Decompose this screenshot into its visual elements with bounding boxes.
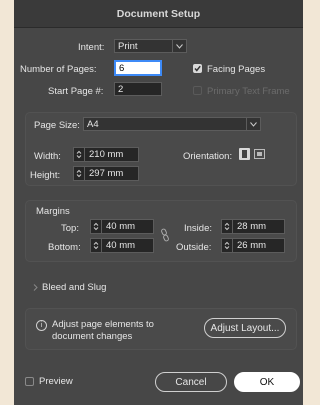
margin-inside-label: Inside:: [184, 223, 212, 234]
info-text-line2: document changes: [52, 331, 133, 342]
preview-checkbox[interactable]: [25, 377, 34, 386]
margin-outside-value: 26 mm: [237, 240, 267, 251]
bleed-slug-toggle[interactable]: Bleed and Slug: [42, 282, 106, 293]
stepper-arrows-icon: [222, 220, 233, 233]
checkmark-icon: [194, 65, 201, 72]
margin-bottom-stepper[interactable]: 40 mm: [90, 238, 154, 253]
orientation-label: Orientation:: [183, 151, 233, 162]
stepper-arrows-icon: [74, 167, 85, 180]
stepper-arrows-icon: [222, 239, 233, 252]
primary-text-frame-label: Primary Text Frame: [207, 86, 290, 97]
margin-top-stepper[interactable]: 40 mm: [90, 219, 154, 234]
height-label: Height:: [30, 170, 61, 181]
width-stepper[interactable]: 210 mm: [73, 147, 139, 162]
facing-pages-checkbox[interactable]: [193, 64, 202, 73]
height-value: 297 mm: [89, 168, 124, 179]
page-size-label: Page Size:: [34, 120, 80, 131]
intent-label: Intent:: [78, 42, 105, 53]
stepper-arrows-icon: [74, 148, 85, 161]
height-stepper[interactable]: 297 mm: [73, 166, 139, 181]
pages-input[interactable]: 6: [114, 60, 162, 76]
start-page-input[interactable]: 2: [114, 82, 162, 96]
margin-outside-label: Outside:: [176, 242, 212, 253]
width-value: 210 mm: [89, 149, 124, 160]
chevron-down-icon: [172, 40, 186, 52]
margin-bottom-label: Bottom:: [48, 242, 81, 253]
margin-outside-stepper[interactable]: 26 mm: [221, 238, 285, 253]
intent-select[interactable]: Print: [114, 39, 187, 53]
margin-top-value: 40 mm: [106, 221, 136, 232]
pages-label: Number of Pages:: [20, 64, 97, 75]
facing-pages-label: Facing Pages: [207, 64, 266, 75]
chevron-down-icon: [246, 118, 260, 130]
intent-value: Print: [118, 40, 138, 52]
page-size-select[interactable]: A4: [83, 117, 261, 131]
width-label: Width:: [34, 151, 61, 162]
margin-inside-stepper[interactable]: 28 mm: [221, 219, 285, 234]
primary-text-frame-checkbox[interactable]: [193, 86, 202, 95]
page-size-value: A4: [87, 118, 99, 130]
link-chain-icon[interactable]: [160, 228, 170, 245]
document-setup-dialog: Document Setup Intent: Print Number of P…: [14, 0, 303, 405]
stepper-arrows-icon: [91, 239, 102, 252]
margin-bottom-value: 40 mm: [106, 240, 136, 251]
start-page-label: Start Page #:: [48, 86, 104, 97]
portrait-orientation-icon[interactable]: [239, 148, 250, 160]
preview-label: Preview: [39, 376, 73, 387]
margins-title: Margins: [36, 206, 70, 217]
chevron-right-icon[interactable]: [33, 283, 38, 294]
cancel-button[interactable]: Cancel: [155, 372, 227, 392]
ok-button[interactable]: OK: [234, 372, 300, 392]
dialog-title: Document Setup: [14, 0, 303, 28]
landscape-orientation-icon[interactable]: [254, 149, 265, 159]
adjust-layout-button[interactable]: Adjust Layout...: [204, 318, 286, 338]
stepper-arrows-icon: [91, 220, 102, 233]
info-text-line1: Adjust page elements to: [52, 319, 154, 330]
info-icon: i: [36, 320, 47, 331]
margin-inside-value: 28 mm: [237, 221, 267, 232]
margin-top-label: Top:: [61, 223, 79, 234]
